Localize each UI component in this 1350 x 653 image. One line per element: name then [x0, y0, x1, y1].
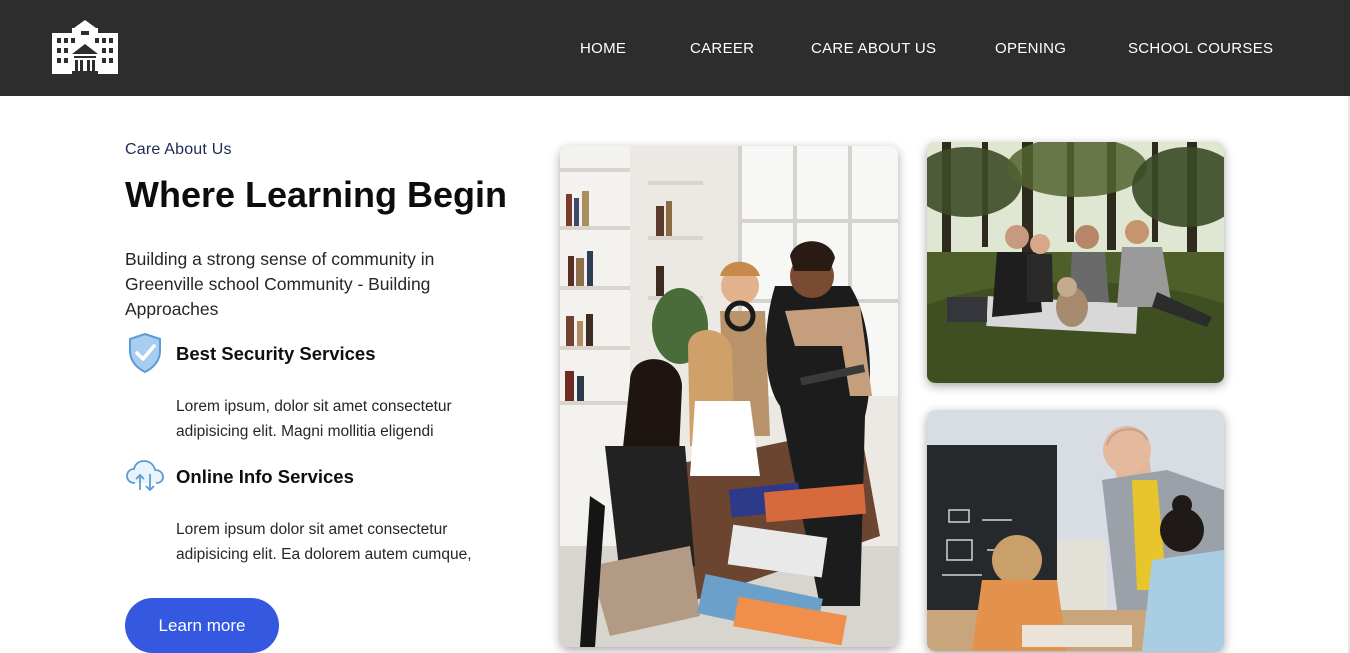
feature-desc-security: Lorem ipsum, dolor sit amet consectetur …: [176, 398, 452, 440]
feature-title-online-info: Online Info Services: [176, 466, 354, 487]
teacher-classroom-photo: [927, 410, 1224, 651]
school-building-icon[interactable]: [52, 20, 118, 74]
nav-home[interactable]: HOME: [580, 40, 626, 57]
nav-care-about-us[interactable]: CARE ABOUT US: [811, 40, 936, 57]
students-study-group-photo: [560, 146, 898, 647]
shield-check-icon: [129, 333, 161, 373]
feature-desc-online-info: Lorem ipsum dolor sit amet consectetur a…: [176, 521, 472, 563]
cloud-transfer-icon: [126, 460, 164, 492]
learn-more-button[interactable]: Learn more: [125, 598, 279, 653]
intro-paragraph: Building a strong sense of community in …: [125, 249, 435, 319]
friends-picnic-park-photo: [927, 142, 1224, 383]
nav-opening[interactable]: OPENING: [995, 40, 1066, 57]
nav-career[interactable]: CAREER: [690, 40, 754, 57]
top-navbar: HOME CAREER CARE ABOUT US OPENING SCHOOL…: [0, 0, 1350, 96]
section-eyebrow: Care About Us: [125, 141, 232, 158]
nav-school-courses[interactable]: SCHOOL COURSES: [1128, 40, 1273, 57]
page-title: Where Learning Begin: [125, 174, 508, 215]
feature-title-security: Best Security Services: [176, 343, 376, 364]
